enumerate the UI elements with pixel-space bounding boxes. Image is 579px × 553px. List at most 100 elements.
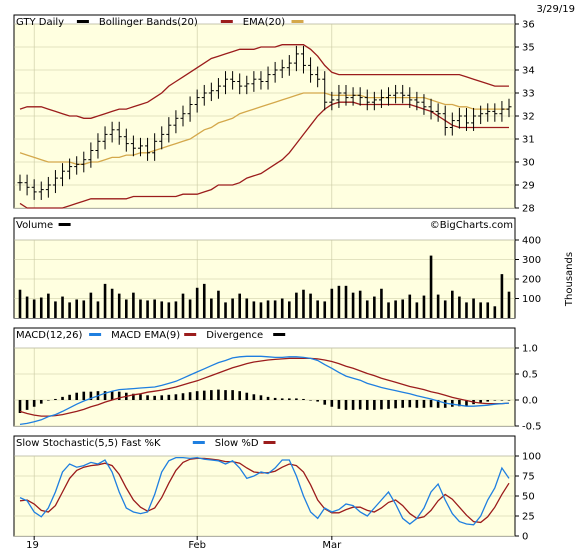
macd-panel-tick-label: 0.5 (522, 370, 538, 381)
volume-bar (153, 299, 156, 318)
divergence-bar (330, 400, 334, 407)
divergence-bar (429, 400, 433, 408)
divergence-bar (181, 393, 185, 400)
divergence-bar (273, 397, 277, 400)
volume-bar (358, 290, 362, 318)
volume-bar (96, 301, 100, 318)
volume-bar (174, 301, 178, 318)
volume-bar (344, 285, 348, 318)
divergence-bar (351, 400, 355, 410)
price-panel-tick-label: 28 (522, 204, 535, 215)
divergence-bar (224, 390, 227, 400)
divergence-bar (401, 400, 404, 408)
volume-bar (259, 302, 263, 318)
stochastic-panel-tick-label: 25 (522, 512, 535, 523)
volume-bar (451, 290, 454, 318)
divergence-bar (75, 392, 78, 400)
volume-bar (39, 297, 43, 318)
price-panel-legend-label: EMA(20) (243, 17, 285, 28)
price-panel-tick-label: 33 (522, 89, 535, 100)
divergence-bar (61, 396, 64, 400)
volume-bar (465, 302, 468, 318)
divergence-bar (259, 395, 263, 400)
volume-bar (486, 302, 490, 318)
volume-bar (231, 298, 234, 318)
stochastic-panel-tick-label: 50 (522, 492, 535, 503)
volume-panel-tick-label: 400 (522, 236, 541, 247)
volume-bar (436, 294, 440, 318)
volume-bar (210, 298, 213, 318)
volume-bar (295, 292, 298, 318)
price-panel-tick-label: 34 (522, 66, 535, 77)
x-tick-label: Feb (188, 540, 206, 551)
volume-bar (302, 289, 305, 318)
divergence-bar (380, 400, 383, 410)
divergence-bar (500, 400, 504, 401)
divergence-bar (337, 400, 341, 409)
volume-bar (54, 301, 57, 318)
divergence-bar (415, 400, 419, 408)
stochastic-panel-legend-swatch (263, 441, 276, 444)
volume-bar (458, 296, 461, 318)
divergence-bar (153, 395, 156, 400)
price-panel-tick-label: 30 (522, 158, 535, 169)
chart-canvas: 28 29 30 31 32 33 34 35 36 100 200 300 400 1.0 0.5 0.0 -… (13, 4, 575, 551)
volume-bar (224, 302, 227, 318)
divergence-bar (231, 390, 234, 400)
volume-bar (47, 293, 50, 318)
price-panel-tick-label: 31 (522, 135, 535, 146)
macd-panel-legend-swatch (184, 333, 197, 336)
divergence-bar (422, 400, 426, 408)
volume-bar (316, 300, 319, 318)
divergence-bar (68, 394, 71, 400)
macd-panel-legend-swatch (273, 333, 286, 336)
volume-bar (443, 300, 447, 318)
volume-bar (387, 302, 390, 318)
volume-bar (110, 288, 114, 318)
volume-panel-tick-label: 100 (522, 294, 541, 305)
stochastic-panel-tick-label: 75 (522, 472, 535, 483)
volume-bar (252, 301, 256, 318)
macd-panel-tick-label: -0.5 (522, 422, 542, 433)
divergence-bar (486, 400, 490, 402)
divergence-bar (82, 391, 86, 400)
volume-bar (125, 299, 128, 318)
volume-bar (323, 301, 327, 318)
volume-panel-tick-label: 300 (522, 255, 541, 266)
divergence-bar (160, 395, 164, 400)
x-tick-label: 19 (26, 540, 39, 551)
volume-bar (32, 299, 36, 318)
divergence-bar (344, 400, 348, 410)
divergence-bar (451, 400, 454, 407)
divergence-bar (195, 391, 199, 400)
price-panel-tick-label: 36 (522, 20, 535, 31)
macd-panel-legend-label: Divergence (206, 330, 263, 341)
divergence-bar (47, 400, 50, 401)
divergence-bar (387, 400, 390, 409)
divergence-bar (252, 394, 256, 400)
macd-panel-tick-label: 1.0 (522, 344, 538, 355)
volume-bar (479, 302, 482, 318)
volume-bar (408, 294, 412, 318)
volume-bar (394, 300, 397, 318)
divergence-bar (188, 392, 192, 400)
volume-bar (68, 302, 71, 318)
volume-bar (18, 289, 22, 318)
divergence-bar (32, 400, 36, 407)
divergence-bar (479, 400, 482, 403)
volume-bar (202, 283, 206, 318)
price-panel-legend-label: GTY Daily (16, 17, 64, 28)
volume-bar (238, 293, 241, 318)
price-panel-tick-label: 35 (522, 43, 535, 54)
volume-bar (245, 298, 249, 318)
volume-bar (139, 299, 142, 318)
volume-bar (160, 301, 164, 318)
volume-bar (132, 292, 135, 318)
volume-bar (195, 287, 199, 318)
price-panel-tick-label: 29 (522, 181, 535, 192)
divergence-bar (373, 400, 376, 410)
divergence-bar (394, 400, 397, 409)
volume-bar (146, 300, 149, 318)
macd-panel-plot-area (14, 348, 515, 426)
macd-panel-legend-label: MACD EMA(9) (111, 330, 180, 341)
